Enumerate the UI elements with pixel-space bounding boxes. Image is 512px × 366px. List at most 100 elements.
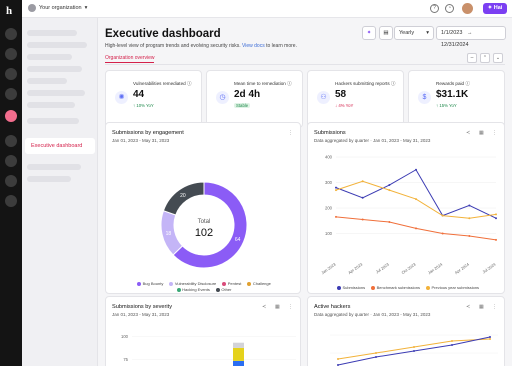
share-icon[interactable]: ≺ [466,130,470,136]
stat-card-vulns: ✺ Vulnerabilities remediated ⓘ 44 ↑ 10% … [105,70,202,128]
users-icon: ⚇ [317,91,330,104]
stat-change: ↓ 4% YoY [335,103,354,108]
stat-card-rewards: $ Rewards paid ⓘ $31.1K ↑ 15% YoY [408,70,505,128]
table-icon: ▤ [383,30,389,36]
y-tick-label: 75 [123,357,128,362]
stat-value: 58 [335,89,347,100]
data-point [468,235,471,238]
table-icon[interactable]: ▦ [479,130,484,136]
legend-item[interactable]: Bug Bounty [137,281,163,286]
rail-nav-icon[interactable] [5,48,17,60]
nav-placeholder [27,102,75,108]
end-date: 12/31/2024 [441,42,469,48]
share-icon[interactable]: ≺ [466,304,470,310]
nav-placeholder [27,164,81,170]
legend-item[interactable]: Previous year submissions [425,285,479,290]
collapse-icon[interactable]: – [467,53,477,63]
nav-item-executive-dashboard[interactable]: Executive dashboard [25,138,95,154]
rail-nav-icon[interactable] [5,28,17,40]
org-switcher[interactable]: Your organization ▾ [28,4,87,12]
y-tick-label: 400 [325,155,333,160]
legend-item[interactable]: Challenge [247,281,271,286]
data-point [361,218,364,221]
data-point [361,196,364,199]
start-date: 1/1/2023 [441,30,463,36]
engagement-card: Submissions by engagement Jan 01, 2023 -… [105,122,301,294]
page-subtitle: High-level view of program trends and ev… [105,43,297,49]
y-tick-label: 100 [121,334,129,339]
data-point [415,168,417,171]
date-separator: → [466,30,473,36]
stat-value: $31.1K [436,89,469,100]
page-title: Executive dashboard [105,28,221,40]
data-point [361,180,364,183]
data-point [495,238,497,241]
slice-data-label: 18 [166,231,172,237]
x-tick-label: Jul 2024 [481,261,497,274]
more-icon[interactable]: ⋮ [288,130,293,136]
chevron-down-icon[interactable]: ⌄ [493,53,503,63]
rail-nav-icon[interactable] [5,68,17,80]
user-avatar[interactable] [462,3,473,14]
legend-swatch [247,281,252,286]
data-point [335,189,337,192]
export-button[interactable]: ▤ [379,26,393,40]
hai-label: Hai [493,5,503,11]
rail-nav-icon[interactable] [5,195,17,207]
help-icon[interactable]: ? [430,4,439,13]
legend-swatch [222,281,227,286]
nav-placeholder [27,176,71,182]
stat-change: ↑ 10% YoY [133,103,154,108]
donut-total-value: 102 [195,227,213,239]
tab-organization-overview[interactable]: Organization overview [105,55,155,63]
stat-value: 44 [133,89,145,100]
table-icon[interactable]: ▦ [479,304,484,310]
nav-placeholder [27,90,85,96]
legend-swatch [169,281,174,286]
legend-item[interactable]: Vulnerability Disclosure [169,281,216,286]
rail-nav-icon[interactable] [5,88,17,100]
chevron-down-icon: ▾ [426,30,429,36]
rail-nav-icon[interactable] [5,175,17,187]
nav-placeholder [27,78,67,84]
more-icon[interactable]: ⋮ [288,304,293,310]
legend-item[interactable]: Hacking Events [176,287,210,292]
period-value: Yearly [399,30,415,36]
data-point [413,350,415,352]
ai-insights-button[interactable]: ✦ [362,26,376,40]
x-tick-label: Jul 2023 [375,261,391,274]
rail-nav-icon[interactable] [5,135,17,147]
data-point [495,213,497,216]
rail-dashboard-icon[interactable] [5,110,17,122]
more-icon[interactable]: ⋮ [492,304,497,310]
more-icon[interactable]: ⋮ [492,130,497,136]
legend-item[interactable]: Benchmark submissions [371,285,420,290]
severity-card: Submissions by severity Jan 01, 2023 - M… [105,296,301,366]
table-icon[interactable]: ▦ [275,304,280,310]
legend-item[interactable]: Submissions [336,285,365,290]
hackers-line-chart [330,334,498,366]
speed-icon: ◷ [216,91,229,104]
legend-item[interactable]: Other [215,287,231,292]
stat-label: Vulnerabilities remediated ⓘ [133,81,192,86]
hackerone-logo[interactable]: h [6,5,12,17]
view-docs-link[interactable]: View docs [242,43,265,49]
rail-nav-icon[interactable] [5,155,17,167]
data-point [388,221,391,224]
hackers-card: Active hackers Data aggregated by quarte… [307,296,505,366]
severity-bar-chart: 100 75 [121,334,296,366]
bug-icon: ✺ [115,91,128,104]
legend-swatch [137,281,142,286]
chevron-up-icon[interactable]: ⌃ [480,53,490,63]
donut-chart: 64 18 20 Total 102 [160,181,248,269]
notifications-icon[interactable]: ◔ [445,4,454,13]
hai-button[interactable]: ✦ Hai [483,3,507,14]
period-select[interactable]: Yearly ▾ [394,26,434,40]
share-icon[interactable]: ≺ [262,304,266,310]
date-range-picker[interactable]: 1/1/2023 → 12/31/2024 [436,26,506,48]
y-tick-label: 100 [325,231,333,236]
card-title: Active hackers [314,304,351,310]
legend-item[interactable]: Pentest [222,281,241,286]
subtitle-text: High-level view of program trends and ev… [105,43,241,49]
stat-card-mttr: ◷ Mean time to remediation ⓘ 2d 4h Stabl… [206,70,303,128]
